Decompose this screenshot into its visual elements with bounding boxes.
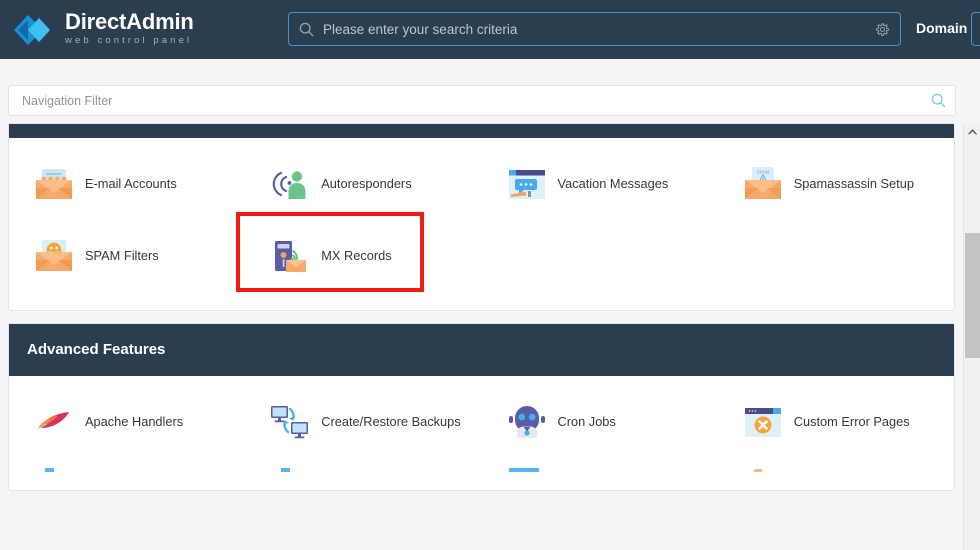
card-header-clipped	[9, 124, 954, 138]
tile-email-accounts[interactable]: ✱✱✱✱ E-mail Accounts	[9, 148, 245, 220]
tile-apache-handlers[interactable]: Apache Handlers	[9, 386, 245, 458]
directadmin-page: DirectAdmin web control panel Please ent…	[0, 0, 980, 550]
brand-title: DirectAdmin	[65, 11, 194, 33]
brand-name-bold: Direct	[65, 9, 127, 34]
navigation-filter[interactable]	[8, 85, 956, 116]
brand-text: DirectAdmin web control panel	[65, 11, 194, 48]
top-bar: DirectAdmin web control panel Please ent…	[0, 0, 980, 59]
tile-spamassassin-setup[interactable]: SPAM Spamassassin Setup	[718, 148, 954, 220]
tile-label: Custom Error Pages	[793, 414, 910, 429]
tile-custom-error-pages[interactable]: Custom Error Pages	[718, 386, 954, 458]
tile-label: E-mail Accounts	[85, 176, 177, 191]
card-title-advanced-features: Advanced Features	[9, 324, 954, 376]
partial-tile[interactable]	[482, 458, 718, 472]
vertical-scrollbar[interactable]	[963, 123, 980, 550]
main-content: ✱✱✱✱ E-mail Accounts Autoresponders Vaca…	[0, 123, 963, 550]
nav-filter-band	[0, 59, 980, 123]
card-body-advanced: Apache Handlers Create/Restore Backups C…	[9, 376, 954, 490]
envelope-spam-warning-icon: SPAM	[740, 161, 786, 207]
chevron-up-icon[interactable]	[964, 123, 980, 140]
tile-label: Vacation Messages	[557, 176, 669, 191]
svg-text:SPAM: SPAM	[756, 170, 769, 175]
tile-create-restore-backups[interactable]: Create/Restore Backups	[245, 386, 481, 458]
brand-logo-block[interactable]: DirectAdmin web control panel	[12, 11, 282, 49]
person-broadcast-icon	[267, 161, 313, 207]
browser-message-icon	[504, 161, 550, 207]
envelope-smiley-icon	[31, 233, 77, 279]
robot-icon	[504, 399, 550, 445]
gear-icon[interactable]	[864, 22, 900, 37]
partial-tile[interactable]	[9, 458, 245, 472]
tile-mx-records[interactable]: MX Records	[236, 212, 481, 292]
envelope-password-icon: ✱✱✱✱	[31, 161, 77, 207]
card-advanced-features: Advanced Features Apache Handlers Create…	[8, 323, 955, 491]
tile-label: Spamassassin Setup	[793, 176, 914, 191]
tile-cron-jobs[interactable]: Cron Jobs	[482, 386, 718, 458]
tile-grid-email: ✱✱✱✱ E-mail Accounts Autoresponders Vaca…	[9, 148, 954, 292]
tile-label: MX Records	[321, 248, 392, 263]
tile-label: Autoresponders	[321, 176, 412, 191]
partial-tile[interactable]	[718, 458, 954, 472]
navigation-filter-input[interactable]	[9, 93, 921, 108]
domain-label[interactable]: Domain	[916, 20, 967, 36]
card-email-manager: ✱✱✱✱ E-mail Accounts Autoresponders Vaca…	[8, 123, 955, 311]
partial-tile-row	[9, 458, 954, 472]
browser-error-icon	[740, 399, 786, 445]
tile-label: Create/Restore Backups	[321, 414, 461, 429]
two-monitors-sync-icon	[267, 399, 313, 445]
tile-vacation-messages[interactable]: Vacation Messages	[482, 148, 718, 220]
global-search[interactable]	[288, 12, 901, 46]
tile-label: SPAM Filters	[85, 248, 159, 263]
card-body-email: ✱✱✱✱ E-mail Accounts Autoresponders Vaca…	[9, 138, 954, 310]
feather-icon	[31, 399, 77, 445]
server-mail-signal-icon	[267, 233, 313, 279]
tile-label: Cron Jobs	[557, 414, 616, 429]
tile-spam-filters[interactable]: SPAM Filters	[9, 220, 245, 292]
brand-name-light: Admin	[126, 9, 194, 34]
partial-tile[interactable]	[245, 458, 481, 472]
tile-autoresponders[interactable]: Autoresponders	[245, 148, 481, 220]
search-icon[interactable]	[921, 93, 955, 108]
scrollbar-thumb[interactable]	[965, 233, 980, 358]
search-input[interactable]	[323, 14, 864, 44]
chevrons-right-icon	[12, 11, 56, 49]
search-icon	[289, 22, 323, 37]
tile-label: Apache Handlers	[85, 414, 184, 429]
tile-grid-advanced: Apache Handlers Create/Restore Backups C…	[9, 386, 954, 458]
brand-tagline: web control panel	[65, 35, 193, 46]
domain-selector-box[interactable]	[971, 12, 980, 46]
